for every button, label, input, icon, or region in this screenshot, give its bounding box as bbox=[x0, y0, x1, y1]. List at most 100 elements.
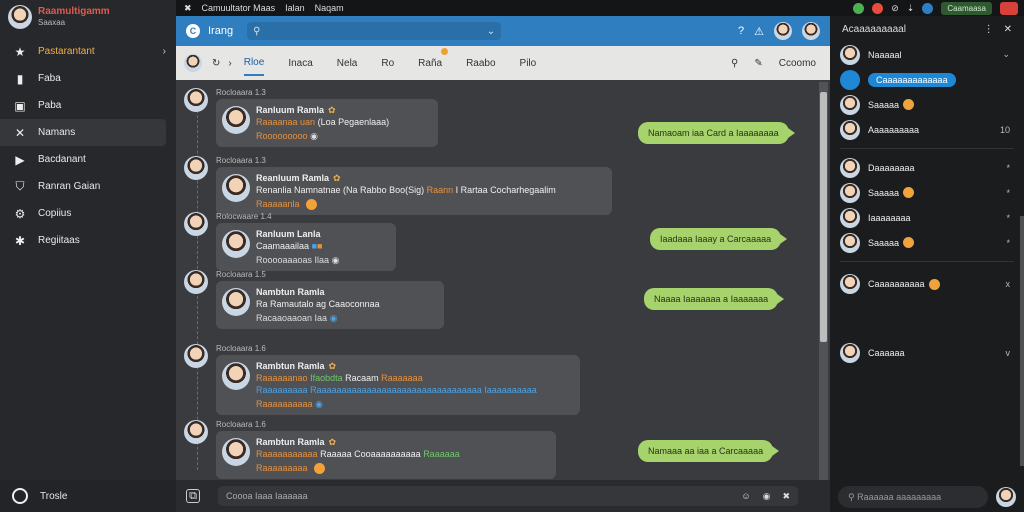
scroll-thumb[interactable] bbox=[820, 92, 827, 342]
sidebar-item-1[interactable]: ▮ Faba bbox=[0, 65, 176, 92]
outgoing-message[interactable]: Iaadaaa Iaaay a Carcaaaaa bbox=[650, 228, 788, 250]
right-list-item[interactable]: Caaaaaaaaaa x bbox=[830, 268, 1024, 300]
chevron-right-icon: › bbox=[162, 46, 166, 57]
right-list-item[interactable]: Naaaaal ⌄ bbox=[830, 42, 1024, 67]
right-search-input[interactable]: ⚲ Raaaaaa aaaaaaaaa bbox=[838, 486, 988, 508]
sender-avatar[interactable] bbox=[184, 212, 208, 236]
more-icon[interactable]: › bbox=[228, 58, 231, 69]
sender-avatar[interactable] bbox=[184, 88, 208, 112]
chevron-down-icon[interactable]: v bbox=[1006, 348, 1011, 358]
message-item[interactable]: Rocloaara 1.6 Rambtun Ramla ✿ Raaaaaanao … bbox=[184, 344, 580, 415]
tab-right-label[interactable]: Ccoomo bbox=[779, 58, 816, 69]
sync-icon[interactable] bbox=[922, 2, 934, 14]
sender-avatar[interactable] bbox=[184, 270, 208, 294]
reaction-icon[interactable]: ✿ bbox=[333, 173, 341, 183]
message-item[interactable]: Rocloaara 1.3 Ranluum Ramla ✿ Raaaanaa ua… bbox=[184, 88, 438, 147]
message-bubble[interactable]: Ranluum Ramla ✿ Raaaanaa uan (Loa Pegaenl… bbox=[216, 99, 438, 147]
sidebar-bottom-button[interactable]: Trosle bbox=[0, 480, 176, 512]
message-item[interactable]: Rocloaara 1.6 Rambtun Ramla ✿ Raaaaaaaaaa… bbox=[184, 420, 556, 480]
mic-icon[interactable]: ◉ bbox=[763, 491, 771, 502]
header-avatar-2[interactable] bbox=[802, 22, 820, 40]
message-item[interactable]: Rocloaara 1.3 Reanluum Ramla ✿ Renanlia N… bbox=[184, 156, 612, 216]
right-list-item[interactable]: Daaaaaaaa * bbox=[830, 155, 1024, 180]
emoji-icon bbox=[903, 99, 915, 110]
star-icon[interactable]: * bbox=[1006, 188, 1010, 198]
brand-name: Raamultigamm Saaxaa bbox=[38, 6, 110, 28]
sender-avatar[interactable] bbox=[184, 420, 208, 444]
message-item[interactable]: Rocloaara 1.5 Nambtun Ramla Ra Ramautalo… bbox=[184, 270, 444, 329]
right-list-item[interactable]: Caaaaaa v bbox=[830, 340, 1024, 365]
refresh-icon[interactable]: ↻ bbox=[212, 58, 220, 69]
reaction-icon[interactable]: ✿ bbox=[329, 361, 337, 371]
right-list-item[interactable]: Iaaaaaaaa * bbox=[830, 205, 1024, 230]
green-status-icon[interactable] bbox=[853, 2, 865, 14]
download-icon[interactable]: ⇣ bbox=[907, 3, 915, 14]
sender-avatar[interactable] bbox=[184, 344, 208, 368]
tab-6[interactable]: Pilo bbox=[520, 52, 537, 75]
message-input[interactable]: Coooa Iaaa Iaaaaaa ☺ ◉ ✖ bbox=[218, 486, 798, 506]
user-avatar[interactable] bbox=[8, 5, 32, 29]
close-icon[interactable]: x bbox=[1006, 279, 1011, 289]
emoji-icon bbox=[903, 187, 915, 198]
star-icon[interactable]: * bbox=[1006, 163, 1010, 173]
tab-5[interactable]: Raabo bbox=[466, 52, 495, 75]
tab-4[interactable]: Raña bbox=[418, 47, 449, 75]
edit-icon[interactable]: ✎ bbox=[754, 58, 762, 69]
search-icon[interactable]: ⚲ bbox=[731, 58, 738, 69]
sidebar-item-3[interactable]: ✕ Namans bbox=[0, 119, 166, 146]
app-logo-icon[interactable]: C bbox=[186, 24, 200, 38]
message-bubble[interactable]: Ranluum Lanla Caamaaailaa ■■ Rooooaaaoas… bbox=[216, 223, 396, 271]
channel-avatar[interactable] bbox=[184, 54, 202, 72]
sysbar-red-pill[interactable] bbox=[1000, 1, 1018, 15]
outgoing-message[interactable]: Namaoam iaa Card a Iaaaaaaaa bbox=[638, 122, 795, 144]
no-entry-icon[interactable]: ⊘ bbox=[891, 3, 899, 14]
sidebar-item-6[interactable]: ⚙ Copiius bbox=[0, 200, 176, 227]
close-icon[interactable]: ✕ bbox=[1004, 24, 1012, 35]
message-bubble[interactable]: Rambtun Ramla ✿ Raaaaaanao Ifaobdta Racaa… bbox=[216, 355, 580, 415]
sender-avatar[interactable] bbox=[184, 156, 208, 180]
right-list-item[interactable]: Aaaaaaaaaa 10 bbox=[830, 117, 1024, 142]
sysbar-status-pill[interactable]: Caamaasa bbox=[941, 1, 992, 15]
brand[interactable]: Raamultigamm Saaxaa bbox=[0, 0, 176, 34]
tab-1[interactable]: Inaca bbox=[288, 52, 312, 75]
outgoing-message[interactable]: Namaaa aa iaa a Carcaaaaa bbox=[638, 440, 780, 462]
chevron-down-icon[interactable]: ⌄ bbox=[1002, 49, 1010, 60]
record-icon[interactable] bbox=[872, 2, 884, 14]
attach-icon[interactable]: ⧉ bbox=[186, 489, 200, 503]
triangle-icon[interactable]: ⚠ bbox=[754, 25, 764, 38]
sidebar-item-7[interactable]: ✱ Regiitaas bbox=[0, 227, 176, 254]
tab-2[interactable]: Nela bbox=[337, 52, 358, 75]
chevron-down-icon[interactable]: ⌄ bbox=[487, 26, 495, 37]
star-icon[interactable]: * bbox=[1006, 238, 1010, 248]
footer-avatar[interactable] bbox=[996, 487, 1016, 507]
right-list-item[interactable]: Saaaaa * bbox=[830, 180, 1024, 205]
header-avatar-1[interactable] bbox=[774, 22, 792, 40]
tab-3[interactable]: Ro bbox=[381, 52, 394, 75]
sidebar-item-2[interactable]: ▣ Paba bbox=[0, 92, 176, 119]
more-vertical-icon[interactable]: ⋮ bbox=[984, 24, 994, 35]
sysbar-app-icon[interactable]: ✖ bbox=[184, 3, 192, 14]
send-icon[interactable]: ✖ bbox=[782, 491, 790, 502]
outgoing-message[interactable]: Naaaa Iaaaaaaa a Iaaaaaaa bbox=[644, 288, 785, 310]
reaction-icon[interactable]: ✿ bbox=[328, 105, 336, 115]
right-list-item[interactable]: Saaaaa * bbox=[830, 230, 1024, 255]
sidebar-item-0[interactable]: ★ Pastarantant › bbox=[0, 38, 176, 65]
tab-0[interactable]: Rloe bbox=[243, 51, 265, 76]
sysbar-item-2[interactable]: Naqam bbox=[315, 3, 344, 13]
emoji-icon[interactable]: ☺ bbox=[741, 491, 750, 502]
message-item[interactable]: Rolocwaare 1.4 Ranluum Lanla Caamaaailaa… bbox=[184, 212, 396, 271]
message-bubble[interactable]: Nambtun Ramla Ra Ramautalo ag Caaoconnaa… bbox=[216, 281, 444, 329]
help-icon[interactable]: ? bbox=[738, 25, 744, 37]
sidebar-item-4[interactable]: ▶ Bacdanant bbox=[0, 146, 176, 173]
right-list-item[interactable]: Saaaaa bbox=[830, 92, 1024, 117]
sidebar-item-5[interactable]: ⛉ Ranran Gaian bbox=[0, 173, 176, 200]
thread-scrollbar[interactable] bbox=[819, 82, 828, 482]
reaction-icon[interactable]: ✿ bbox=[329, 437, 337, 447]
sysbar-item-1[interactable]: Ialan bbox=[285, 3, 305, 13]
star-icon[interactable]: * bbox=[1006, 213, 1010, 223]
search-input[interactable]: ⚲ ⌄ bbox=[247, 22, 502, 40]
right-scrollbar[interactable] bbox=[1020, 216, 1024, 466]
message-bubble[interactable]: Reanluum Ramla ✿ Renanlia Namnatnae (Na R… bbox=[216, 167, 612, 216]
message-bubble[interactable]: Rambtun Ramla ✿ Raaaaaaaaaaa Raaaaa Cooaa… bbox=[216, 431, 556, 480]
right-list-item-selected[interactable]: Caaaaaaaaaaaaa bbox=[830, 67, 1024, 92]
